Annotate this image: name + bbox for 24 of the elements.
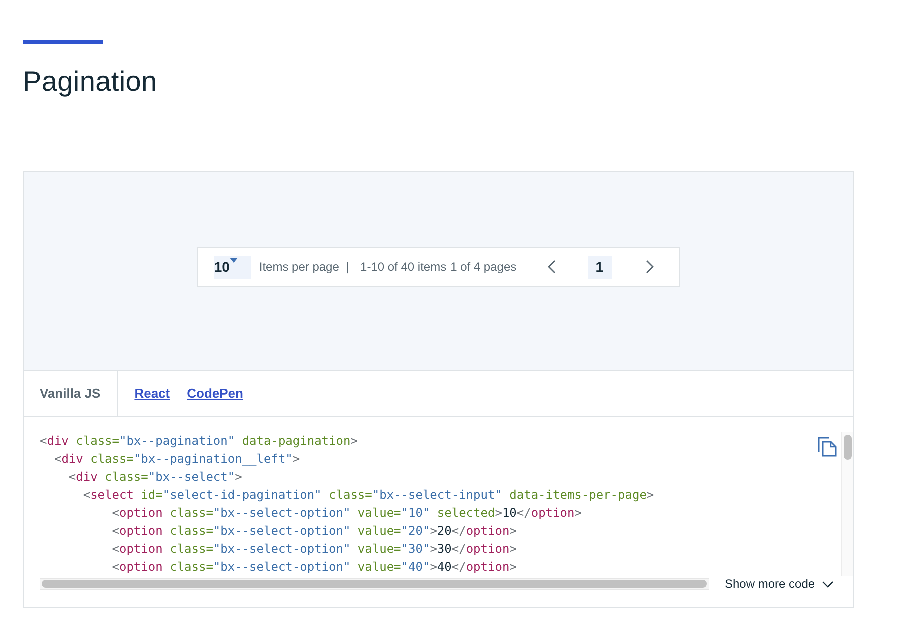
page-title: Pagination: [23, 65, 158, 99]
scrollbar-thumb[interactable]: [844, 435, 852, 460]
code-line: <option class="bx--select-option" value="20">20</option>: [111, 523, 517, 540]
chevron-left-icon: [548, 260, 556, 274]
code-line: <div class="bx--pagination" data-pagination>: [40, 433, 358, 450]
copy-button[interactable]: [818, 437, 837, 457]
chevron-down-icon: [822, 580, 834, 588]
code-line: <option class="bx--select-option" value="40">40</option>: [111, 559, 517, 576]
code-line: <option class="bx--select-option" value="30">30</option>: [111, 541, 517, 558]
copy-icon: [818, 437, 837, 457]
page-count-text: 1 of 4 pages: [450, 260, 517, 274]
code-tab-link[interactable]: CodePen: [187, 384, 244, 402]
code-line: <div class="bx--pagination__left">: [53, 451, 300, 468]
code-line: <div class="bx--select">: [68, 469, 242, 486]
code-tab-link[interactable]: React: [134, 384, 170, 402]
chevron-right-icon: [646, 260, 654, 274]
items-per-page-label: Items per page: [259, 260, 340, 274]
items-per-page-select[interactable]: 10: [214, 256, 252, 278]
separator-text: |: [346, 260, 350, 274]
item-range-text: 1-10 of 40 items: [360, 260, 447, 274]
page-number-field[interactable]: 1: [588, 256, 612, 278]
caret-icon: [230, 258, 238, 262]
code-line: <select id="select-id-pagination" class="bx--select-input" data-items-per-page>: [82, 487, 654, 504]
code-line: <option class="bx--select-option" value="10" selected>10</option>: [111, 505, 582, 522]
